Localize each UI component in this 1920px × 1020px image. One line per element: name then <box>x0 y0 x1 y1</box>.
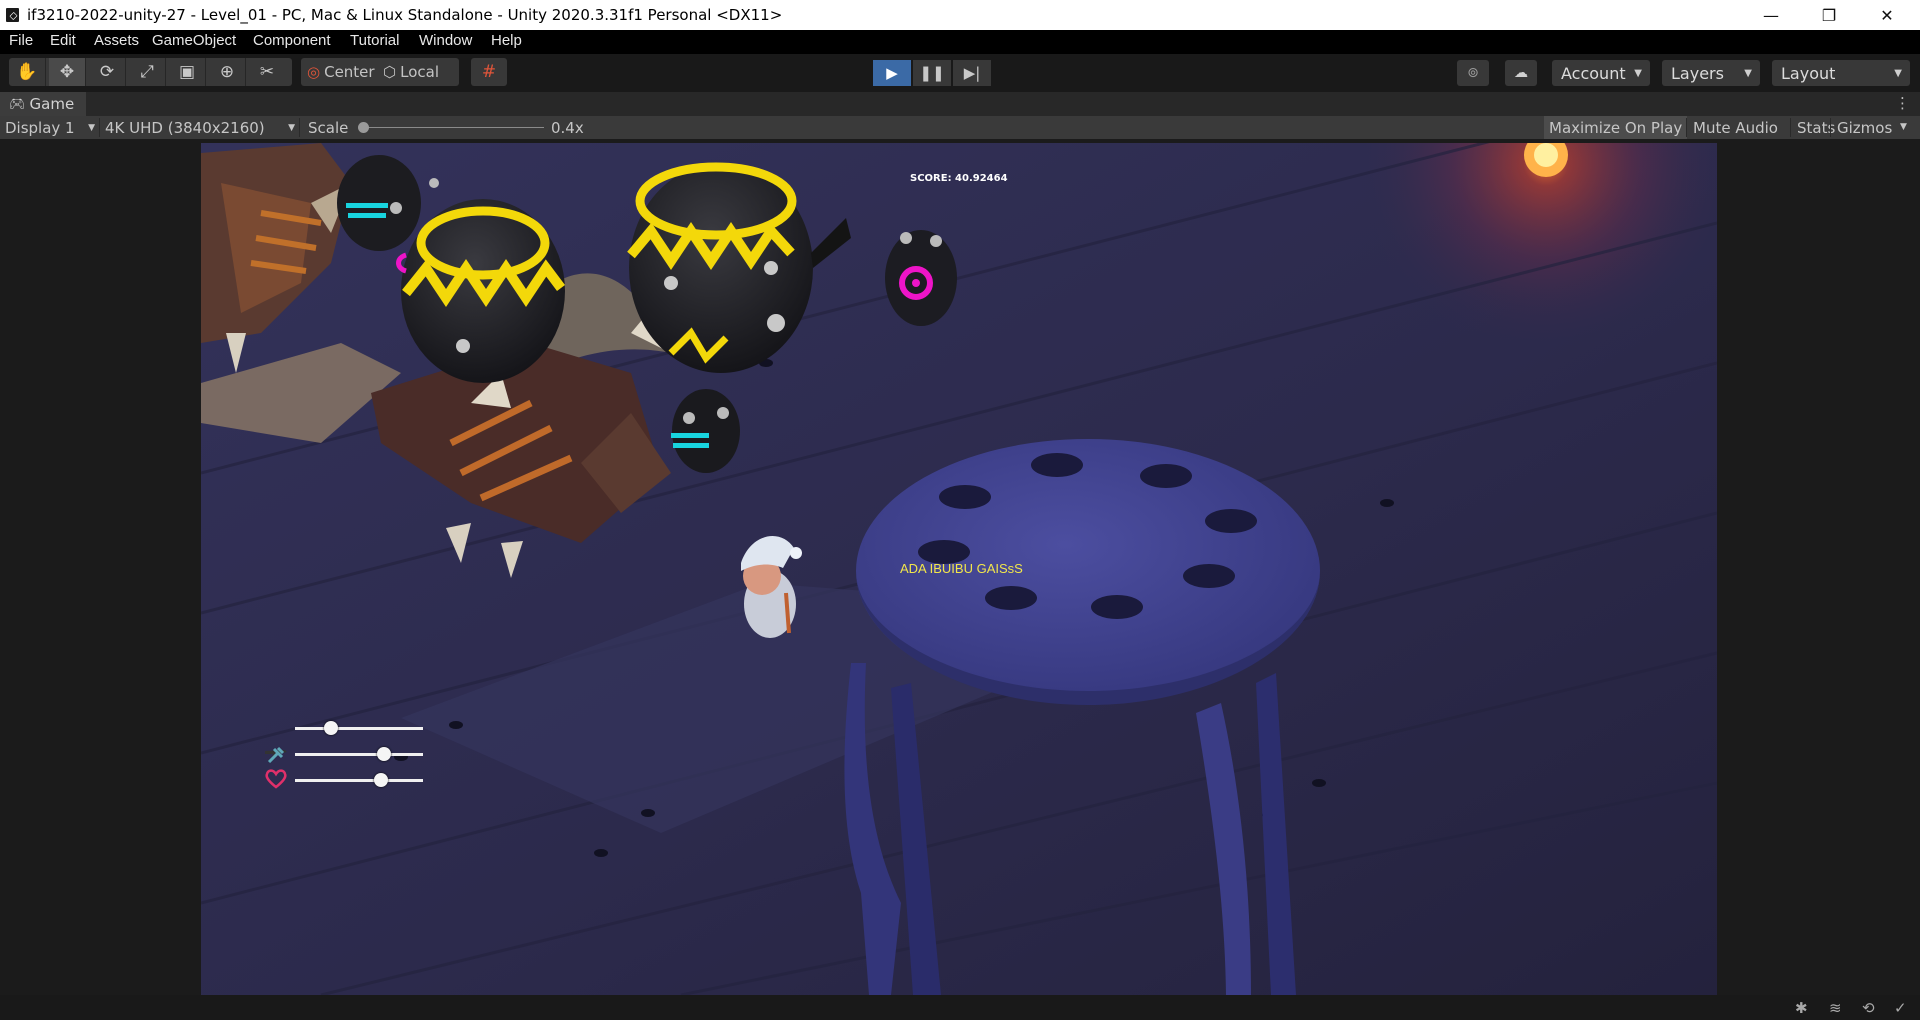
play-button[interactable]: ▶ <box>873 60 911 86</box>
menu-help[interactable]: Help <box>491 32 522 49</box>
speed-slider-knob[interactable] <box>377 747 392 761</box>
collab-icon: ⊚ <box>1467 65 1479 81</box>
menu-component[interactable]: Component <box>253 32 331 49</box>
heart-icon <box>265 768 287 790</box>
pause-button[interactable]: ❚❚ <box>913 60 951 86</box>
pivot-icon: ◎ <box>307 63 321 81</box>
divider <box>299 118 300 137</box>
menu-window[interactable]: Window <box>419 32 472 49</box>
health-slider-knob[interactable] <box>373 773 388 787</box>
divider <box>1790 118 1791 137</box>
transform-tool-icon[interactable]: ⊕ <box>209 58 246 86</box>
menu-gameobject[interactable]: GameObject <box>152 32 236 49</box>
custom-tool-icon[interactable]: ✂ <box>249 58 285 86</box>
tab-game[interactable]: 🎮︎ Game <box>0 92 86 116</box>
collab-button[interactable]: ⊚ <box>1457 60 1489 86</box>
auto-refresh-icon[interactable]: ⟲ <box>1862 999 1875 1017</box>
gamepad-icon: 🎮︎ <box>9 96 26 112</box>
scale-slider-track <box>364 127 544 128</box>
rect-tool-icon[interactable]: ▣ <box>169 58 206 86</box>
play-icon: ▶ <box>886 64 898 82</box>
grid-snap-icon: # <box>481 62 497 82</box>
cube-icon: ⬡ <box>383 63 397 81</box>
layers-dropdown[interactable]: Layers ▼ <box>1662 60 1760 86</box>
score-display: SCORE: 40.92464 <box>910 173 1008 184</box>
menu-file[interactable]: File <box>9 32 33 49</box>
scale-value: 0.4x <box>551 118 584 137</box>
scale-slider[interactable] <box>356 116 544 139</box>
chevron-down-icon: ▼ <box>1744 68 1752 79</box>
step-button[interactable]: ▶| <box>953 60 991 86</box>
health-slider[interactable] <box>295 773 423 787</box>
pivot-toggles: ◎ Center ⬡ Local <box>301 58 459 86</box>
maximize-on-play-toggle[interactable]: Maximize On Play <box>1544 116 1688 139</box>
pivot-space-toggle[interactable]: ⬡ Local <box>383 58 439 86</box>
gizmos-toggle[interactable]: Gizmos <box>1832 116 1897 139</box>
panel-tab-bar: 🎮︎ Game ⋮ <box>0 92 1920 116</box>
weapon-slider-knob[interactable] <box>323 721 338 735</box>
speed-slider[interactable] <box>295 747 423 761</box>
account-label: Account <box>1561 63 1626 83</box>
toolbar: ✋ ✥ ⟳ ⤢ ▣ ⊕ ✂ ◎ Center ⬡ Local # ▶ ❚❚ ▶|… <box>0 54 1920 92</box>
debug-icon[interactable]: ✱ <box>1795 999 1808 1017</box>
scale-label: Scale <box>308 118 349 137</box>
menu-bar: File Edit Assets GameObject Component Tu… <box>0 30 1920 54</box>
hand-tool-icon[interactable]: ✋ <box>9 58 46 86</box>
check-circle-icon[interactable]: ✓ <box>1894 999 1907 1017</box>
space-label: Local <box>400 63 439 81</box>
panel-menu-icon[interactable]: ⋮ <box>1895 94 1910 112</box>
cloud-button[interactable]: ☁ <box>1505 60 1537 86</box>
unity-logo-icon <box>6 8 19 22</box>
layout-label: Layout <box>1781 63 1836 83</box>
account-dropdown[interactable]: Account ▼ <box>1552 60 1650 86</box>
rotate-tool-icon[interactable]: ⟳ <box>89 58 126 86</box>
status-bar: ✱ ≋ ⟲ ✓ <box>0 995 1920 1020</box>
cloud-icon: ☁ <box>1514 65 1528 81</box>
speed-icon <box>265 744 287 766</box>
menu-tutorial[interactable]: Tutorial <box>350 32 399 49</box>
divider <box>1830 118 1831 137</box>
game-view-controls: Display 1 ▼ 4K UHD (3840x2160) ▼ Scale 0… <box>0 116 1920 139</box>
step-icon: ▶| <box>963 64 981 82</box>
menu-edit[interactable]: Edit <box>50 32 76 49</box>
title-bar: if3210-2022-unity-27 - Level_01 - PC, Ma… <box>0 0 1920 30</box>
close-button[interactable]: ✕ <box>1858 0 1916 30</box>
menu-assets[interactable]: Assets <box>94 32 139 49</box>
weapon-slider[interactable] <box>295 721 423 735</box>
pause-icon: ❚❚ <box>919 64 945 82</box>
scale-tool-icon[interactable]: ⤢ <box>129 58 166 86</box>
bear-enemy <box>885 230 957 326</box>
pivot-center-toggle[interactable]: ◎ Center <box>307 58 375 86</box>
tab-game-label: Game <box>29 95 75 113</box>
window-title: if3210-2022-unity-27 - Level_01 - PC, Ma… <box>27 6 783 24</box>
divider <box>99 118 100 137</box>
game-view[interactable]: SCORE: 40.92464 ADA IBUIBU GAISsS <box>201 143 1717 995</box>
scale-slider-knob[interactable] <box>358 122 369 133</box>
mute-audio-toggle[interactable]: Mute Audio <box>1688 116 1783 139</box>
layout-dropdown[interactable]: Layout ▼ <box>1772 60 1910 86</box>
npc-dialogue-text: ADA IBUIBU GAISsS <box>900 561 1023 576</box>
display-label: Display 1 <box>5 118 75 137</box>
resolution-dropdown[interactable]: 4K UHD (3840x2160) ▼ <box>105 116 295 139</box>
transform-tools: ✋ ✥ ⟳ ⤢ ▣ ⊕ ✂ <box>9 58 292 86</box>
minimize-button[interactable]: — <box>1742 0 1800 30</box>
egg-enemy <box>401 199 565 383</box>
move-tool-icon[interactable]: ✥ <box>49 58 86 86</box>
display-dropdown[interactable]: Display 1 ▼ <box>5 116 95 139</box>
chevron-down-icon[interactable]: ▼ <box>1900 122 1907 132</box>
chevron-down-icon: ▼ <box>88 122 95 133</box>
resolution-label: 4K UHD (3840x2160) <box>105 118 265 137</box>
grid-snap-button[interactable]: # <box>471 58 507 86</box>
chevron-down-icon: ▼ <box>288 122 295 133</box>
maximize-button[interactable]: ❐ <box>1800 0 1858 30</box>
pivot-label: Center <box>324 63 375 81</box>
chevron-down-icon: ▼ <box>1894 68 1902 79</box>
layers-icon[interactable]: ≋ <box>1829 999 1842 1017</box>
layers-label: Layers <box>1671 63 1724 83</box>
chevron-down-icon: ▼ <box>1634 68 1642 79</box>
divider <box>1686 118 1687 137</box>
